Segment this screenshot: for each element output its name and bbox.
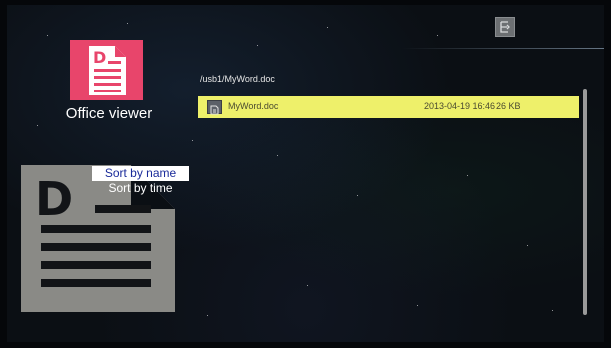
scrollbar[interactable]	[583, 89, 587, 315]
document-d-icon: D	[70, 40, 143, 100]
file-row[interactable]: MyWord.doc 2013-04-19 16:46 26 KB	[198, 96, 579, 118]
star	[192, 140, 193, 141]
exit-icon[interactable]	[495, 17, 515, 37]
star	[207, 315, 208, 316]
star	[37, 125, 38, 126]
star	[467, 175, 468, 176]
screen: D Office viewer D Sort by name Sort by t…	[7, 5, 604, 342]
sort-by-name-option[interactable]: Sort by name	[92, 166, 189, 181]
svg-text:D: D	[35, 172, 73, 226]
file-name: MyWord.doc	[228, 101, 279, 111]
star	[552, 310, 553, 311]
doc-file-icon	[207, 100, 222, 115]
file-size: 26 KB	[496, 101, 521, 111]
sort-menu: Sort by name Sort by time	[92, 166, 189, 196]
star	[277, 155, 278, 156]
star	[327, 27, 328, 28]
star	[307, 285, 308, 286]
sort-by-time-option[interactable]: Sort by time	[92, 181, 189, 196]
star	[127, 23, 128, 24]
top-divider	[402, 48, 604, 49]
star	[47, 35, 48, 36]
star	[257, 45, 258, 46]
star	[417, 305, 418, 306]
svg-text:D: D	[93, 48, 106, 67]
star	[357, 195, 358, 196]
current-path: /usb1/MyWord.doc	[200, 74, 275, 84]
file-date: 2013-04-19 16:46	[424, 101, 496, 111]
app-title: Office viewer	[65, 105, 153, 122]
star	[527, 245, 528, 246]
star	[437, 35, 438, 36]
